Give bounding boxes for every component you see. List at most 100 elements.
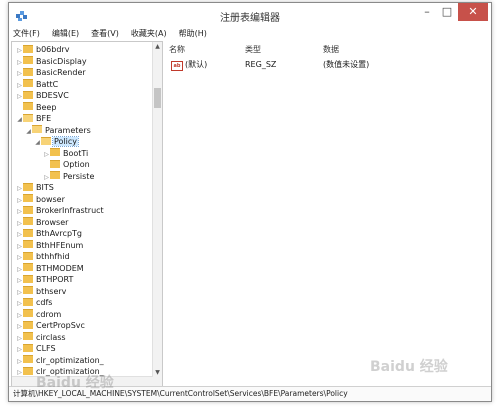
title-bar[interactable]: 注册表编辑器 – □ ✕ — [9, 3, 491, 27]
folder-icon — [23, 251, 33, 260]
expander-arrow-icon[interactable]: ▷ — [16, 310, 23, 321]
tree-node[interactable]: ▷ Browser — [16, 217, 69, 228]
expander-arrow-icon[interactable]: ◢ — [16, 114, 23, 125]
expander-arrow-icon[interactable]: ▷ — [16, 183, 23, 194]
tree-node[interactable]: ▷ cdfs — [16, 297, 53, 308]
expander-arrow-icon[interactable]: ▷ — [16, 287, 23, 298]
expander-arrow-icon[interactable]: ▷ — [16, 91, 23, 102]
close-button[interactable]: ✕ — [458, 3, 488, 21]
expander-arrow-icon[interactable]: ▷ — [16, 57, 23, 68]
string-value-icon: ab — [171, 61, 183, 71]
tree-node[interactable]: ▷ b06bdrv — [16, 44, 70, 55]
expander-arrow-icon[interactable]: ▷ — [16, 68, 23, 79]
column-header-data[interactable]: 数据 — [323, 44, 339, 55]
column-header-type[interactable]: 类型 — [245, 44, 261, 55]
maximize-button[interactable]: □ — [437, 3, 457, 21]
tree-node[interactable]: ▷ BasicRender — [16, 67, 87, 78]
tree-node-label: clr_optimization_ — [36, 355, 104, 365]
menu-view[interactable]: 查看(V) — [91, 27, 119, 40]
expander-arrow-icon[interactable]: ▷ — [16, 206, 23, 217]
tree-node-label: circlass — [36, 332, 66, 342]
menu-favorites[interactable]: 收藏夹(A) — [131, 27, 167, 40]
tree-node-label: b06bdrv — [36, 45, 70, 54]
expander-arrow-icon[interactable]: ▷ — [16, 367, 23, 378]
tree-node-label: bthserv — [36, 286, 67, 296]
folder-icon — [32, 125, 42, 133]
tree-node[interactable]: Beep — [16, 102, 57, 113]
baidu-watermark-right: Baidu 经验 — [370, 359, 448, 375]
tree-node[interactable]: ▷ bowser — [16, 194, 66, 205]
folder-icon — [23, 263, 33, 271]
expander-arrow-icon[interactable]: ▷ — [16, 321, 23, 332]
tree-node[interactable]: ▷ cdrom — [16, 309, 62, 320]
value-row[interactable]: ab (默认) REG_SZ (数值未设置) — [165, 59, 489, 71]
menu-file[interactable]: 文件(F) — [13, 27, 40, 40]
tree-node[interactable]: ◢ Parameters — [25, 125, 92, 136]
tree-node-label: BTHPORT — [36, 275, 74, 284]
tree-node[interactable]: ▷ BthHFEnum — [16, 240, 84, 251]
expander-arrow-icon[interactable]: ▷ — [16, 298, 23, 309]
menu-bar: 文件(F) 编辑(E) 查看(V) 收藏夹(A) 帮助(H) — [9, 27, 491, 40]
tree-node[interactable]: ▷ bthhfhid — [16, 251, 71, 262]
tree-node[interactable]: ▷ BasicDisplay — [16, 56, 88, 67]
tree-node-label: BDESVC — [36, 91, 69, 100]
tree-node[interactable]: ▷ clr_optimization_ — [16, 355, 105, 366]
tree-node-label: BootTi — [63, 148, 89, 158]
expander-arrow-icon[interactable]: ▷ — [16, 80, 23, 91]
folder-icon — [23, 274, 33, 283]
expander-arrow-icon[interactable]: ▷ — [43, 172, 50, 183]
folder-icon — [23, 113, 33, 122]
scroll-up-arrow-icon[interactable]: ▲ — [153, 42, 162, 51]
expander-arrow-icon[interactable]: ▷ — [16, 45, 23, 56]
tree-node-label: Parameters — [45, 125, 91, 135]
expander-arrow-icon[interactable]: ▷ — [16, 356, 23, 367]
tree-node[interactable]: ▷ BootTi — [43, 148, 89, 159]
tree-node[interactable]: ▷ BITS — [16, 182, 55, 193]
column-header-name[interactable]: 名称 — [169, 44, 185, 55]
tree-node-label: BrokerInfrastruct — [36, 206, 104, 215]
tree-vertical-scrollbar[interactable]: ▲ ▼ — [152, 42, 162, 386]
minimize-button[interactable]: – — [417, 3, 437, 21]
folder-icon — [23, 228, 33, 237]
expander-arrow-icon[interactable]: ◢ — [34, 137, 41, 148]
tree-node[interactable]: ▷ BthAvrcpTg — [16, 228, 83, 239]
expander-arrow-icon[interactable]: ▷ — [16, 195, 23, 206]
tree-node[interactable]: ▷ BrokerInfrastruct — [16, 205, 105, 216]
tree-node[interactable]: ▷ bthserv — [16, 286, 67, 297]
tree-node[interactable]: ▷ CertPropSvc — [16, 320, 86, 331]
expander-arrow-icon[interactable]: ▷ — [16, 264, 23, 275]
value-list-pane[interactable]: 名称 类型 数据 ab (默认) REG_SZ (数值未设置) — [165, 41, 489, 385]
value-name: (默认) — [185, 60, 208, 69]
folder-icon — [41, 136, 51, 145]
expander-arrow-icon[interactable]: ▷ — [16, 241, 23, 252]
tree-scroll-thumb[interactable] — [154, 88, 161, 108]
tree-node-label: BFE — [36, 114, 52, 123]
expander-arrow-icon[interactable]: ◢ — [25, 126, 32, 137]
expander-arrow-icon[interactable]: ▷ — [16, 333, 23, 344]
key-tree-pane[interactable]: ▲ ▼ ▷ b06bdrv ▷ BasicDisplay ▷ BasicRender ▷ Ba… — [11, 41, 163, 387]
folder-icon — [23, 44, 33, 53]
expander-arrow-icon[interactable]: ▷ — [16, 344, 23, 355]
tree-node[interactable]: ▷ CLFS — [16, 343, 57, 354]
menu-edit[interactable]: 编辑(E) — [52, 27, 79, 40]
folder-icon — [23, 286, 33, 294]
tree-node[interactable]: ▷ BTHMODEM — [16, 263, 85, 274]
folder-icon — [23, 217, 33, 225]
expander-arrow-icon[interactable]: ▷ — [16, 252, 23, 263]
tree-node[interactable]: ▷ BattC — [16, 79, 59, 90]
expander-arrow-icon[interactable]: ▷ — [16, 275, 23, 286]
expander-arrow-icon[interactable]: ▷ — [16, 218, 23, 229]
tree-node[interactable]: ▷ BTHPORT — [16, 274, 74, 285]
tree-node-label: bthhfhid — [36, 252, 70, 261]
tree-node[interactable]: Option — [43, 159, 91, 170]
menu-help[interactable]: 帮助(H) — [179, 27, 207, 40]
tree-node[interactable]: ▷ Persiste — [43, 171, 95, 182]
expander-arrow-icon[interactable]: ▷ — [16, 229, 23, 240]
folder-icon — [50, 148, 60, 156]
expander-arrow-icon[interactable]: ▷ — [43, 149, 50, 160]
tree-node[interactable]: ◢ BFE — [16, 113, 52, 124]
tree-node[interactable]: ▷ circlass — [16, 332, 67, 343]
tree-node[interactable]: ◢ Policy — [34, 136, 80, 148]
tree-node[interactable]: ▷ BDESVC — [16, 90, 70, 101]
scroll-down-arrow-icon[interactable]: ▼ — [153, 368, 162, 377]
